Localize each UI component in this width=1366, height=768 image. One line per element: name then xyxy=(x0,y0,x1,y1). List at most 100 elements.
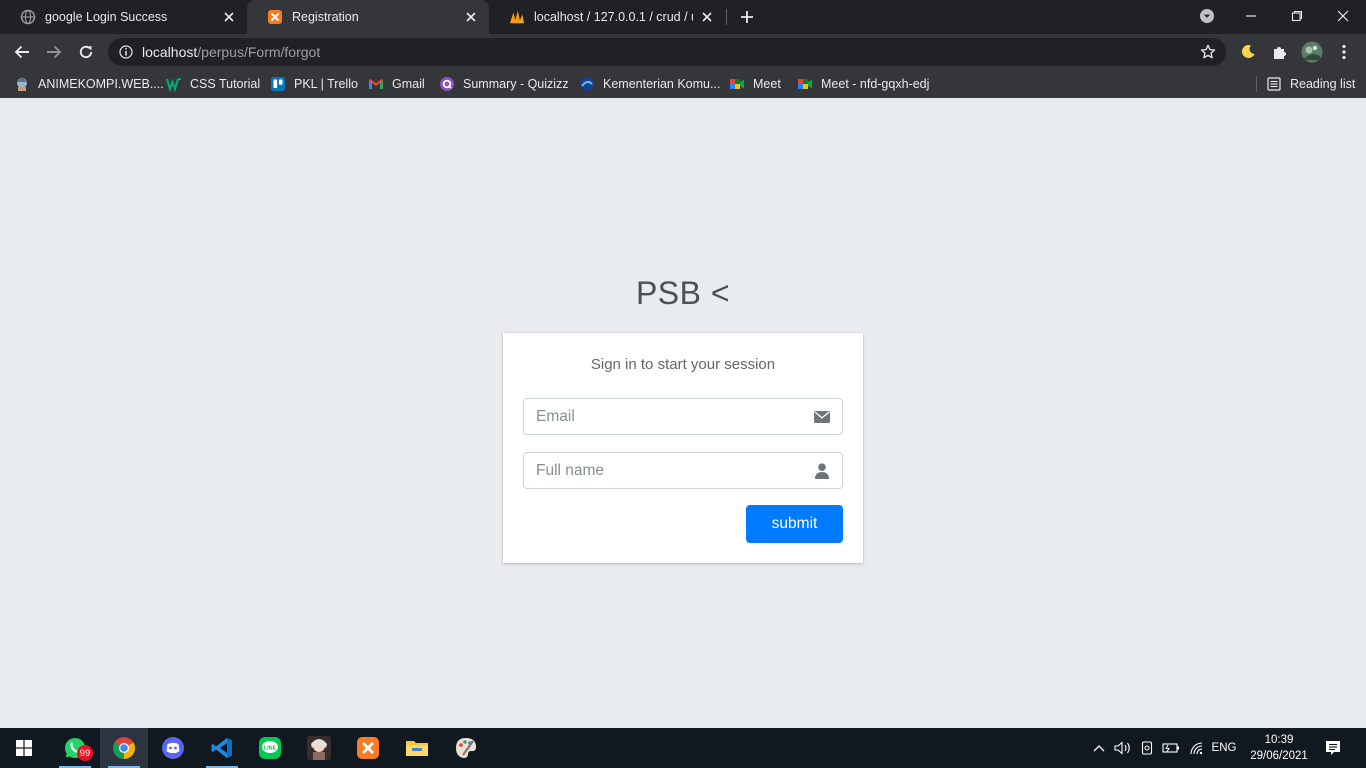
url-host: localhost xyxy=(142,44,198,60)
system-clock[interactable]: 10:39 29/06/2021 xyxy=(1240,732,1318,764)
minimize-button[interactable] xyxy=(1228,0,1274,32)
reload-button[interactable] xyxy=(72,38,100,66)
submit-button[interactable]: submit xyxy=(746,505,843,543)
notification-icon xyxy=(1326,741,1340,755)
avatar xyxy=(1301,41,1323,63)
close-window-button[interactable] xyxy=(1320,0,1366,32)
battery-tray[interactable] xyxy=(1160,728,1182,768)
bookmark-label: Meet - nfd-gqxh-edj xyxy=(821,77,930,91)
tab-phpmyadmin[interactable]: localhost / 127.0.0.1 / crud / user xyxy=(489,0,725,34)
extensions-button[interactable] xyxy=(1266,38,1294,66)
tab-search-button[interactable] xyxy=(1184,0,1230,32)
user-icon xyxy=(802,453,842,488)
bookmark-label: CSS Tutorial xyxy=(190,77,261,91)
bookmark-meet[interactable]: Meet xyxy=(729,70,781,98)
battery-icon xyxy=(1162,743,1179,753)
bookmark-label: Summary - Quizizz xyxy=(463,77,569,91)
taskbar-game[interactable] xyxy=(295,728,343,768)
close-tab-icon[interactable] xyxy=(699,9,715,25)
taskbar-file-explorer[interactable] xyxy=(393,728,441,768)
reading-list-button[interactable]: Reading list xyxy=(1266,70,1355,98)
bookmark-quizizz[interactable]: Summary - Quizizz xyxy=(439,70,569,98)
login-box-message: Sign in to start your session xyxy=(590,356,776,373)
folder-icon xyxy=(406,741,428,756)
bookmark-gmail[interactable]: Gmail xyxy=(368,70,425,98)
windows-taskbar: 99 LINE ENG 10:39 29/06/2021 xyxy=(0,728,1366,768)
address-bar[interactable]: localhost/perpus/Form/forgot xyxy=(108,38,1226,66)
email-field-group xyxy=(523,398,843,435)
dark-reader-extension[interactable] xyxy=(1234,38,1262,66)
taskbar-chrome[interactable] xyxy=(100,728,148,768)
clock-time: 10:39 xyxy=(1264,734,1294,746)
tab-title: localhost / 127.0.0.1 / crud / user xyxy=(534,10,693,24)
reading-list-icon xyxy=(1266,76,1282,92)
bookmarks-bar: ANIMEKOMPI.WEB.... CSS Tutorial PKL | Tr… xyxy=(0,70,1366,98)
info-icon[interactable] xyxy=(118,44,134,60)
bookmarks-separator xyxy=(1256,76,1257,92)
taskbar-vscode[interactable] xyxy=(198,728,246,768)
start-button[interactable] xyxy=(0,728,48,768)
taskbar-xampp[interactable] xyxy=(344,728,392,768)
meet-icon xyxy=(729,76,745,92)
clock-date: 29/06/2021 xyxy=(1250,750,1308,762)
input-language[interactable]: ENG xyxy=(1209,728,1239,768)
language-label: ENG xyxy=(1211,742,1237,754)
close-tab-icon[interactable] xyxy=(221,9,237,25)
taskbar-line[interactable]: LINE xyxy=(246,728,294,768)
bookmark-css-tutorial[interactable]: CSS Tutorial xyxy=(166,70,260,98)
bookmark-animekompi[interactable]: ANIMEKOMPI.WEB.... xyxy=(14,70,164,98)
email-input[interactable] xyxy=(524,399,802,434)
fullname-input[interactable] xyxy=(524,453,802,488)
trello-icon xyxy=(270,76,286,92)
meet-icon xyxy=(797,76,813,92)
game-icon xyxy=(307,736,331,760)
bookmark-trello[interactable]: PKL | Trello xyxy=(270,70,358,98)
wifi-icon xyxy=(1190,742,1203,755)
taskbar-discord[interactable] xyxy=(149,728,197,768)
forward-button[interactable] xyxy=(40,38,68,66)
meet-now-icon xyxy=(1141,741,1153,755)
profile-button[interactable] xyxy=(1298,38,1326,66)
tab-google-login-success[interactable]: google Login Success xyxy=(0,0,247,34)
tab-registration[interactable]: Registration xyxy=(247,0,489,34)
chrome-icon xyxy=(113,737,135,759)
vscode-icon xyxy=(211,738,232,758)
more-vertical-icon xyxy=(1342,44,1346,60)
tab-separator xyxy=(726,9,727,25)
w3schools-icon xyxy=(166,76,182,92)
restore-button[interactable] xyxy=(1274,0,1320,32)
volume-tray[interactable] xyxy=(1112,728,1134,768)
taskbar-paint[interactable] xyxy=(442,728,490,768)
new-tab-button[interactable] xyxy=(736,7,758,27)
phpmyadmin-icon xyxy=(509,9,525,25)
bookmark-meet-nfd[interactable]: Meet - nfd-gqxh-edj xyxy=(797,70,929,98)
tab-title: google Login Success xyxy=(45,10,168,24)
xampp-icon xyxy=(267,9,283,25)
arrow-right-icon xyxy=(47,45,62,59)
discord-icon xyxy=(162,737,184,759)
bookmark-star-icon[interactable] xyxy=(1200,44,1216,60)
app-logo[interactable]: PSB < xyxy=(0,275,1366,312)
reload-icon xyxy=(79,45,93,59)
chevron-down-icon xyxy=(1200,9,1214,23)
moon-icon xyxy=(1242,45,1255,58)
close-tab-icon[interactable] xyxy=(463,9,479,25)
bookmark-label: Kementerian Komu... xyxy=(603,77,721,91)
close-icon xyxy=(1337,10,1349,22)
back-button[interactable] xyxy=(8,38,36,66)
quizizz-icon xyxy=(439,76,455,92)
puzzle-icon xyxy=(1274,47,1286,59)
svg-text:LINE: LINE xyxy=(264,746,277,752)
bookmark-kominfo[interactable]: Kementerian Komu... xyxy=(579,70,720,98)
wifi-tray[interactable] xyxy=(1186,728,1208,768)
gmail-icon xyxy=(368,76,384,92)
taskbar-whatsapp[interactable]: 99 xyxy=(51,728,99,768)
chrome-menu-button[interactable] xyxy=(1330,38,1358,66)
browser-toolbar: localhost/perpus/Form/forgot xyxy=(0,34,1366,70)
show-hidden-icons[interactable] xyxy=(1090,728,1108,768)
forgot-password-card: Sign in to start your session submit xyxy=(503,333,863,563)
xampp-icon xyxy=(357,737,379,759)
notification-badge: 99 xyxy=(77,745,93,761)
action-center-button[interactable] xyxy=(1318,728,1348,768)
tablet-tray[interactable] xyxy=(1137,728,1157,768)
